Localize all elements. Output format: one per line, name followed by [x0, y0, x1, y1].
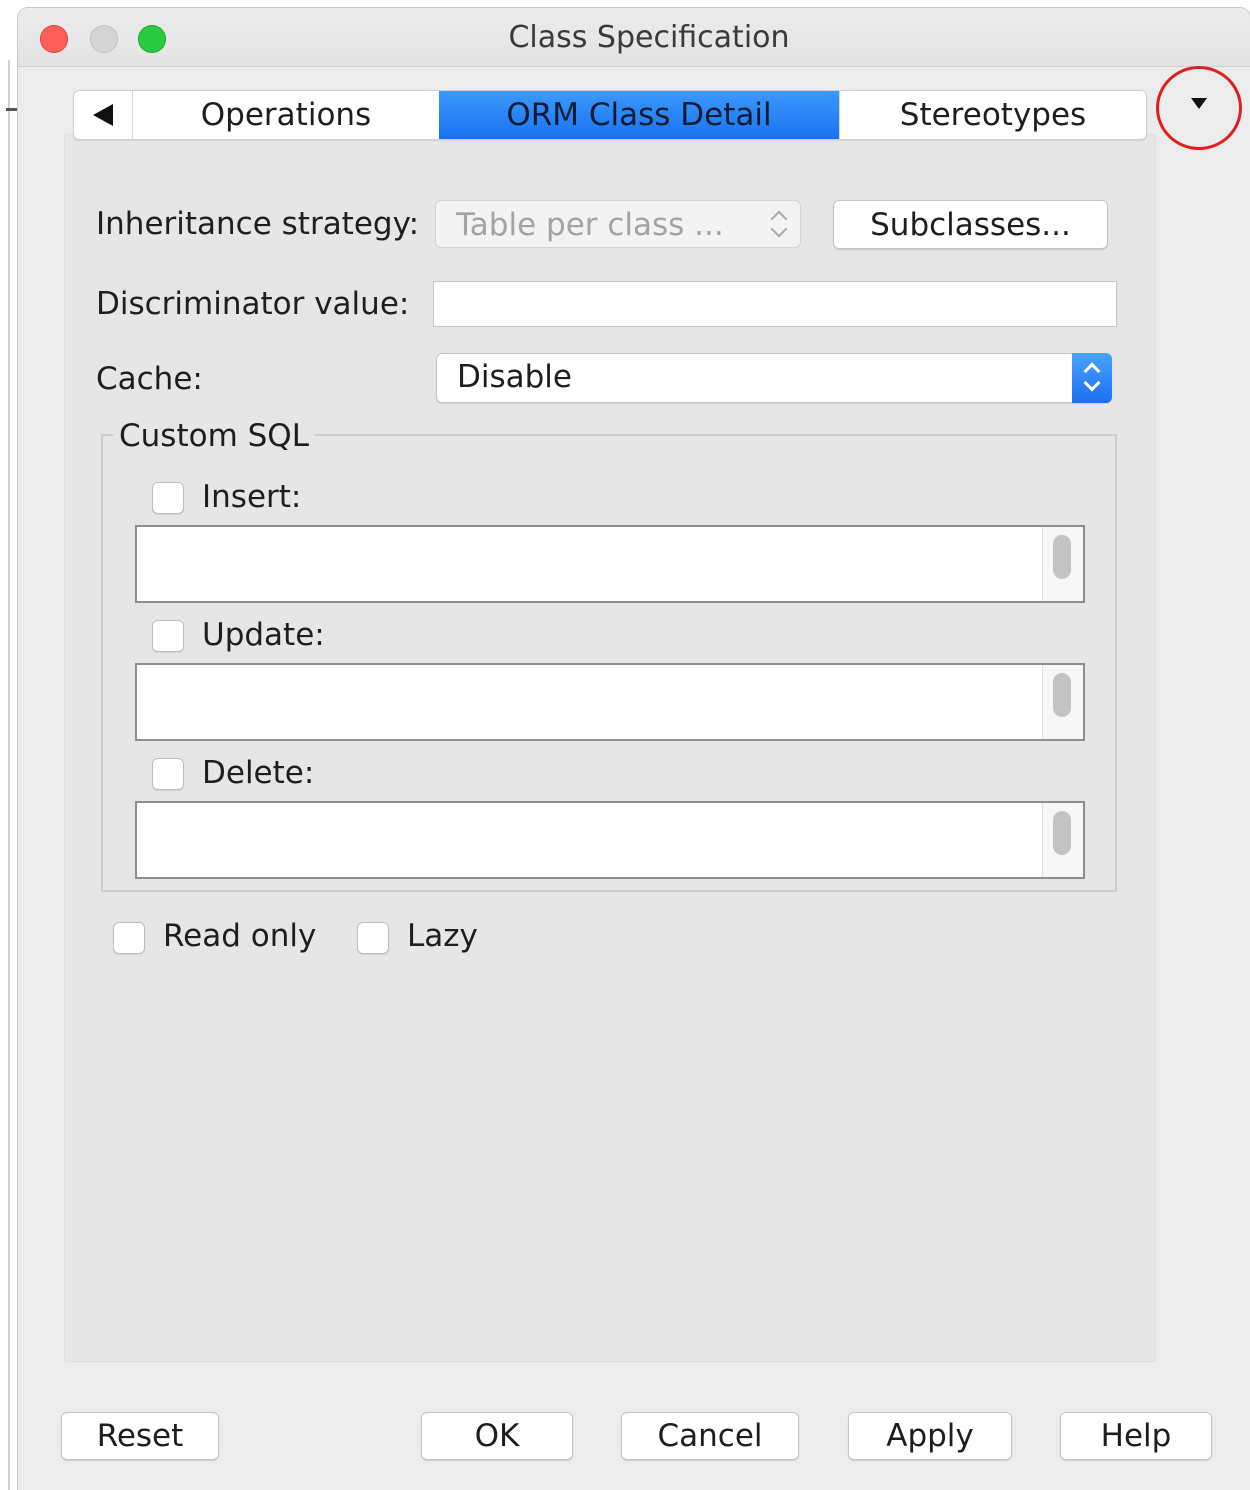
cache-label: Cache:	[96, 361, 203, 397]
lazy-label: Lazy	[407, 918, 478, 954]
dialog-window: Class Specification Operations ORM Class…	[18, 8, 1250, 1490]
update-sql-scrollbar[interactable]	[1042, 665, 1083, 739]
scroll-thumb[interactable]	[1053, 811, 1071, 855]
dropdown-triangle-icon	[1191, 97, 1207, 109]
discriminator-value-field[interactable]	[433, 281, 1117, 327]
scroll-thumb[interactable]	[1053, 673, 1071, 717]
tab-scroll-left-button[interactable]	[74, 91, 133, 139]
title-bar[interactable]: Class Specification	[18, 8, 1250, 67]
tab-bar: Operations ORM Class Detail Stereotypes	[73, 90, 1147, 140]
background-edge	[8, 60, 10, 1490]
discriminator-value-label: Discriminator value:	[96, 286, 410, 322]
updown-chevron-icon	[770, 209, 788, 239]
delete-label: Delete:	[202, 755, 315, 791]
cancel-button[interactable]: Cancel	[621, 1412, 799, 1460]
left-arrow-icon	[93, 104, 113, 126]
tab-orm-class-detail[interactable]: ORM Class Detail	[439, 91, 839, 139]
delete-sql-scrollbar[interactable]	[1042, 803, 1083, 877]
update-label: Update:	[202, 617, 325, 653]
lazy-checkbox[interactable]	[357, 922, 389, 954]
update-checkbox[interactable]	[152, 620, 184, 652]
updown-stepper-icon	[1072, 353, 1112, 403]
cache-select[interactable]: Disable	[436, 353, 1112, 403]
update-sql-textarea[interactable]	[135, 663, 1085, 741]
insert-checkbox[interactable]	[152, 482, 184, 514]
insert-label: Insert:	[202, 479, 302, 515]
window-title: Class Specification	[508, 20, 790, 55]
read-only-label: Read only	[163, 918, 317, 954]
help-button[interactable]: Help	[1060, 1412, 1212, 1460]
cache-value: Disable	[457, 359, 572, 395]
inheritance-strategy-select: Table per class ...	[435, 200, 801, 248]
tab-stereotypes[interactable]: Stereotypes	[839, 91, 1146, 139]
inheritance-strategy-label: Inheritance strategy:	[96, 206, 420, 242]
custom-sql-title: Custom SQL	[113, 418, 315, 454]
tab-operations[interactable]: Operations	[133, 91, 439, 139]
subclasses-button[interactable]: Subclasses...	[833, 200, 1108, 249]
apply-button[interactable]: Apply	[848, 1412, 1012, 1460]
delete-sql-textarea[interactable]	[135, 801, 1085, 879]
delete-checkbox[interactable]	[152, 758, 184, 790]
background-mark	[6, 108, 18, 111]
tab-overflow-menu-button[interactable]	[1156, 66, 1242, 150]
read-only-checkbox[interactable]	[113, 922, 145, 954]
ok-button[interactable]: OK	[421, 1412, 573, 1460]
scroll-thumb[interactable]	[1053, 535, 1071, 579]
reset-button[interactable]: Reset	[61, 1412, 219, 1460]
inheritance-strategy-value: Table per class ...	[456, 207, 724, 243]
insert-sql-textarea[interactable]	[135, 525, 1085, 603]
insert-sql-scrollbar[interactable]	[1042, 527, 1083, 601]
